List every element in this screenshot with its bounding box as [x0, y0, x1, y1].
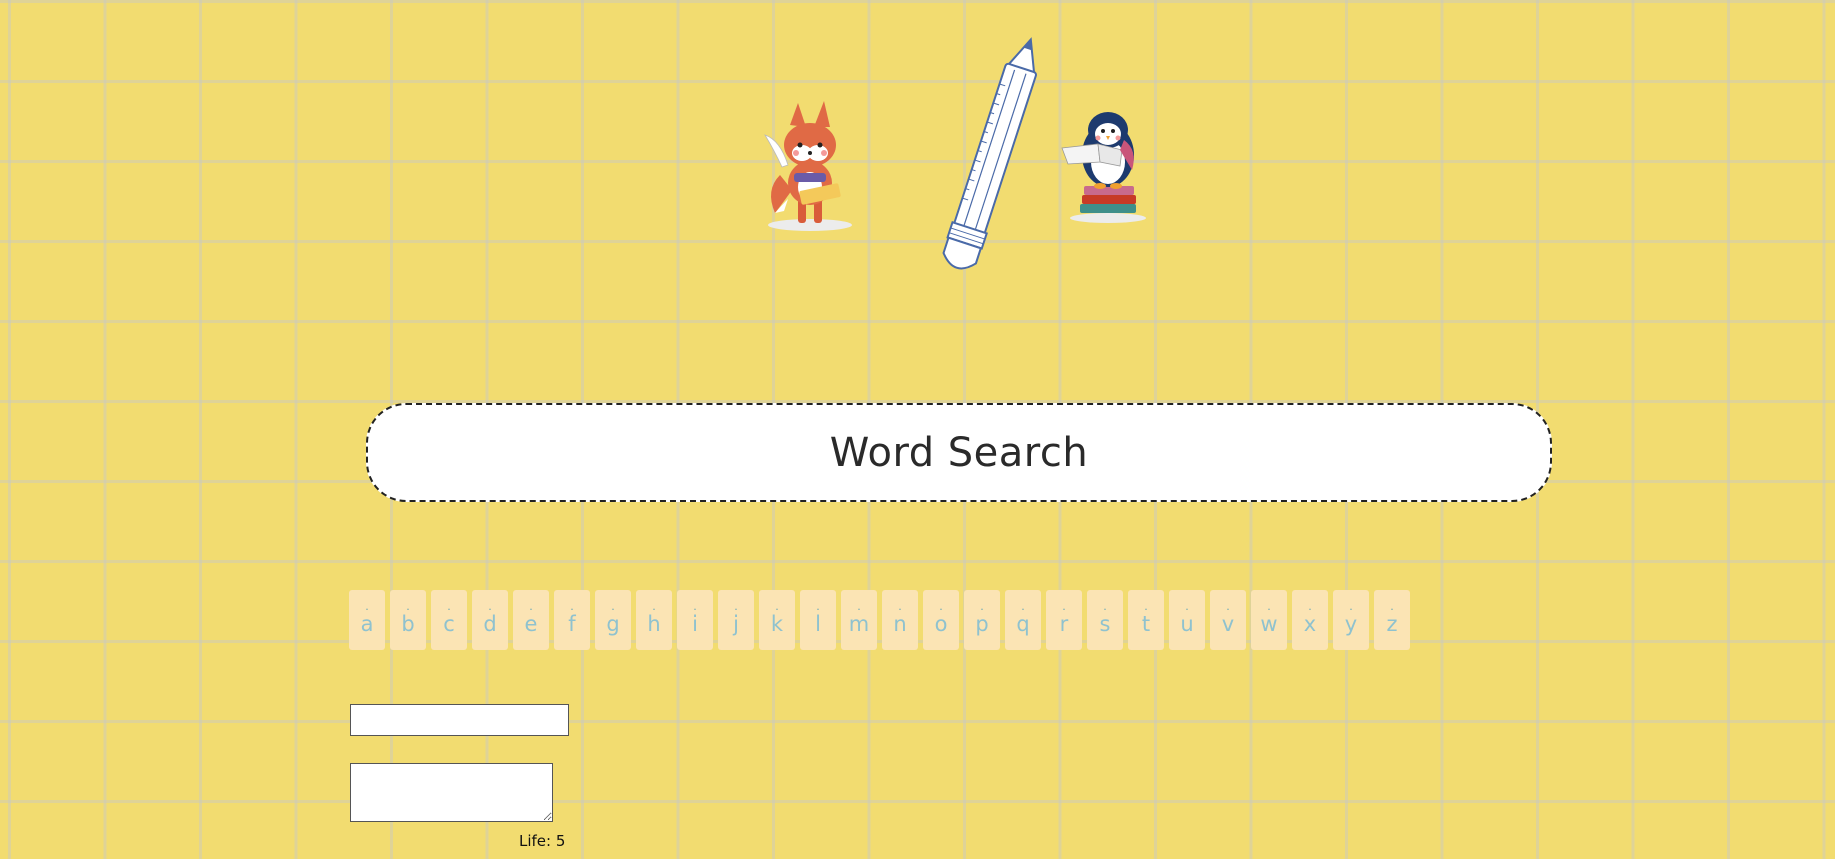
letter-label: q [1016, 612, 1030, 636]
letter-key-i[interactable]: .i [677, 590, 713, 650]
letter-key-k[interactable]: .k [759, 590, 795, 650]
letter-marker: . [1390, 600, 1394, 613]
letter-label: k [770, 612, 784, 636]
letter-key-d[interactable]: .d [472, 590, 508, 650]
letter-key-y[interactable]: .y [1333, 590, 1369, 650]
letter-key-e[interactable]: .e [513, 590, 549, 650]
letter-key-x[interactable]: .x [1292, 590, 1328, 650]
letter-label: c [443, 612, 455, 636]
letter-marker: . [980, 600, 984, 613]
title-banner: Word Search [366, 403, 1552, 502]
letter-label: s [1099, 612, 1111, 636]
letter-label: o [934, 612, 948, 636]
letter-key-r[interactable]: .r [1046, 590, 1082, 650]
letter-label: z [1386, 612, 1398, 636]
letter-key-u[interactable]: .u [1169, 590, 1205, 650]
letter-marker: . [406, 600, 410, 613]
letter-key-a[interactable]: .a [349, 590, 385, 650]
penguin-illustration [1061, 112, 1146, 223]
header-illustrations [760, 35, 1160, 295]
letter-marker: . [816, 600, 820, 613]
letter-key-b[interactable]: .b [390, 590, 426, 650]
letter-key-v[interactable]: .v [1210, 590, 1246, 650]
letter-key-s[interactable]: .s [1087, 590, 1123, 650]
letter-marker: . [365, 600, 369, 613]
guess-textarea[interactable] [350, 763, 553, 822]
letter-label: w [1260, 612, 1278, 636]
fox-illustration [764, 101, 852, 231]
letter-label: e [524, 612, 538, 636]
letter-label: h [647, 612, 661, 636]
life-counter: Life: 5 [519, 832, 565, 850]
letter-marker: . [1062, 600, 1066, 613]
letter-key-t[interactable]: .t [1128, 590, 1164, 650]
letter-key-j[interactable]: .j [718, 590, 754, 650]
letter-marker: . [734, 600, 738, 613]
letter-key-n[interactable]: .n [882, 590, 918, 650]
letter-marker: . [447, 600, 451, 613]
letter-marker: . [1349, 600, 1353, 613]
letter-key-z[interactable]: .z [1374, 590, 1410, 650]
letter-key-m[interactable]: .m [841, 590, 877, 650]
letter-marker: . [857, 600, 861, 613]
letter-key-c[interactable]: .c [431, 590, 467, 650]
letter-label: y [1344, 612, 1358, 636]
letter-marker: . [898, 600, 902, 613]
letter-key-q[interactable]: .q [1005, 590, 1041, 650]
letter-label: p [975, 612, 989, 636]
letter-label: t [1141, 612, 1151, 636]
letter-label: n [893, 612, 907, 636]
letter-marker: . [775, 600, 779, 613]
letter-key-g[interactable]: .g [595, 590, 631, 650]
letter-marker: . [652, 600, 656, 613]
letter-label: g [606, 612, 620, 636]
letter-label: m [848, 612, 870, 636]
letter-label: a [360, 612, 374, 636]
letter-marker: . [570, 600, 574, 613]
letter-label: j [733, 612, 739, 636]
letter-key-w[interactable]: .w [1251, 590, 1287, 650]
pencil-illustration [942, 37, 1037, 270]
letter-label: r [1059, 612, 1069, 636]
letter-key-l[interactable]: .l [800, 590, 836, 650]
letter-label: x [1303, 612, 1317, 636]
letter-marker: . [611, 600, 615, 613]
letter-marker: . [529, 600, 533, 613]
letter-marker: . [1185, 600, 1189, 613]
letter-marker: . [1021, 600, 1025, 613]
letter-label: f [568, 612, 576, 636]
letter-marker: . [1267, 600, 1271, 613]
letter-label: u [1180, 612, 1194, 636]
letter-marker: . [488, 600, 492, 613]
word-input[interactable] [350, 704, 569, 736]
letter-marker: . [939, 600, 943, 613]
letter-key-p[interactable]: .p [964, 590, 1000, 650]
letter-key-f[interactable]: .f [554, 590, 590, 650]
letter-label: d [483, 612, 497, 636]
letter-label: v [1221, 612, 1235, 636]
letter-marker: . [693, 600, 697, 613]
life-label: Life: [519, 832, 552, 850]
letter-label: l [815, 612, 821, 636]
letter-marker: . [1144, 600, 1148, 613]
letter-label: i [692, 612, 698, 636]
letter-key-o[interactable]: .o [923, 590, 959, 650]
page-title: Word Search [829, 429, 1089, 476]
letter-label: b [401, 612, 415, 636]
letter-key-h[interactable]: .h [636, 590, 672, 650]
letter-keyboard: .a.b.c.d.e.f.g.h.i.j.k.l.m.n.o.p.q.r.s.t… [349, 590, 1410, 650]
letter-marker: . [1308, 600, 1312, 613]
letter-marker: . [1226, 600, 1230, 613]
letter-marker: . [1103, 600, 1107, 613]
life-value: 5 [555, 832, 566, 850]
